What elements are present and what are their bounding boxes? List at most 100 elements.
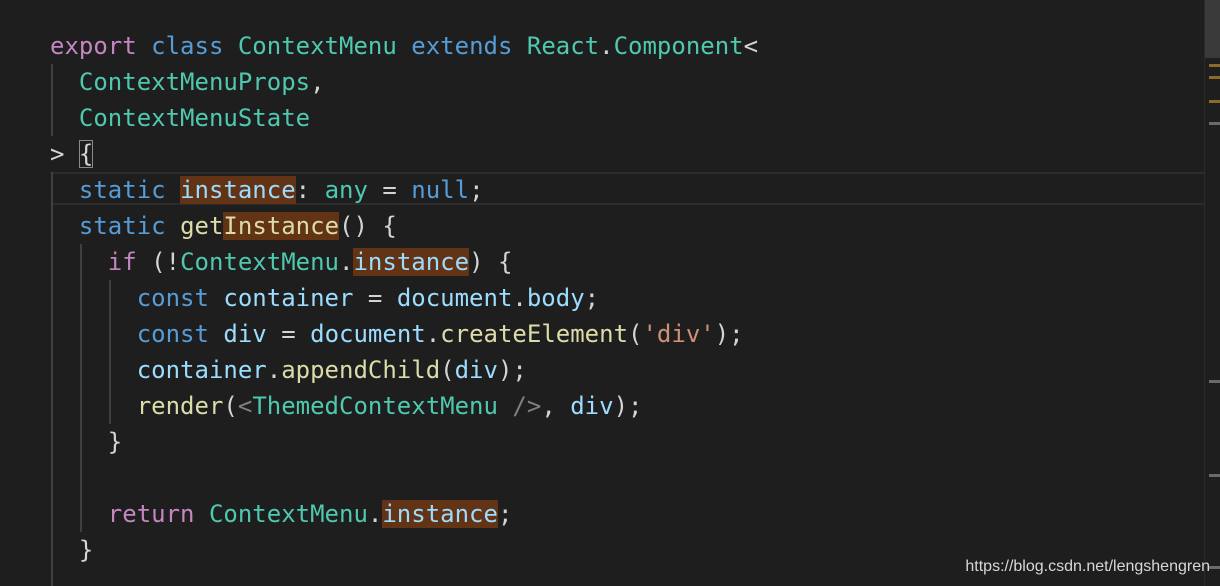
code-token: render xyxy=(136,392,224,420)
code-editor[interactable]: export class ContextMenu extends React.C… xyxy=(0,0,1204,586)
overview-ruler-mark xyxy=(1209,380,1220,383)
code-token: : xyxy=(295,176,325,204)
code-token: 'div' xyxy=(642,320,715,348)
code-token: ); xyxy=(613,392,643,420)
code-token: createElement xyxy=(440,320,629,348)
line-if-check: if (!ContextMenu.instance) { xyxy=(50,244,512,280)
line-append-child: container.appendChild(div); xyxy=(50,352,527,388)
code-token: ; xyxy=(497,500,513,528)
highlighted-token: Instance xyxy=(223,212,340,240)
line-const-div: const div = document.createElement('div'… xyxy=(50,316,744,352)
code-token: any xyxy=(324,176,368,204)
overview-ruler-mark xyxy=(1209,122,1220,125)
code-token: ThemedContextMenu xyxy=(252,392,498,420)
code-token: } xyxy=(107,428,123,456)
code-token: document xyxy=(396,284,513,312)
code-token: ContextMenuState xyxy=(78,104,311,132)
line-return: return ContextMenu.instance; xyxy=(50,496,512,532)
code-token: ) { xyxy=(469,248,513,276)
code-token: ContextMenuProps xyxy=(78,68,311,96)
highlighted-token: instance xyxy=(382,500,498,528)
code-token: div xyxy=(454,356,498,384)
line-props-type: ContextMenuProps, xyxy=(50,64,325,100)
code-token: > xyxy=(50,140,79,168)
code-token: React xyxy=(526,32,600,60)
line-const-container: const container = document.body; xyxy=(50,280,599,316)
code-token: < xyxy=(743,32,759,60)
line-state-type: ContextMenuState xyxy=(50,100,310,136)
code-token: return xyxy=(107,500,195,528)
code-token: , xyxy=(541,392,571,420)
code-token: ( xyxy=(628,320,643,348)
highlighted-token: instance xyxy=(353,248,470,276)
overview-ruler-mark xyxy=(1209,64,1220,67)
code-token: () { xyxy=(339,212,397,240)
matched-bracket: { xyxy=(78,140,94,168)
code-token: Component xyxy=(613,32,744,60)
code-token: ContextMenu xyxy=(237,32,397,60)
code-token: const xyxy=(136,320,209,348)
code-token: static xyxy=(78,212,166,240)
code-token: ContextMenu xyxy=(208,500,368,528)
code-token: ContextMenu xyxy=(180,248,340,276)
code-token: = xyxy=(266,320,311,348)
code-token: (! xyxy=(136,248,181,276)
watermark-url: https://blog.csdn.net/lengshengren xyxy=(965,558,1210,575)
code-token: div xyxy=(223,320,267,348)
code-token: < xyxy=(237,392,253,420)
code-token: export xyxy=(50,32,137,60)
scroll-thumb[interactable] xyxy=(1205,0,1220,58)
code-token: . xyxy=(266,356,282,384)
code-token: . xyxy=(599,32,614,60)
code-token: appendChild xyxy=(281,356,441,384)
code-token: ); xyxy=(497,356,527,384)
line-if-close: } xyxy=(50,424,122,460)
highlighted-token: instance xyxy=(180,176,296,204)
overview-ruler-mark xyxy=(1209,100,1220,103)
code-token: ); xyxy=(714,320,744,348)
line-class-open: > { xyxy=(50,136,94,172)
code-token: ; xyxy=(469,176,484,204)
code-token: , xyxy=(310,68,325,96)
code-token: static xyxy=(78,176,166,204)
line-static-instance: static instance: any = null; xyxy=(50,172,484,208)
code-token: . xyxy=(425,320,441,348)
code-token: const xyxy=(136,284,209,312)
code-token: . xyxy=(512,284,527,312)
code-token: container xyxy=(136,356,267,384)
code-token: if xyxy=(107,248,137,276)
line-class-declaration: export class ContextMenu extends React.C… xyxy=(50,28,758,64)
line-render: render(<ThemedContextMenu />, div); xyxy=(50,388,643,424)
code-token: /> xyxy=(512,392,542,420)
code-token: extends xyxy=(411,32,513,60)
code-token: class xyxy=(151,32,224,60)
code-token: document xyxy=(310,320,426,348)
line-method-close: } xyxy=(50,532,93,568)
vertical-scrollbar[interactable] xyxy=(1204,0,1220,586)
line-get-instance: static getInstance() { xyxy=(50,208,397,244)
code-token: body xyxy=(526,284,585,312)
overview-ruler-mark xyxy=(1209,474,1220,477)
code-token: ( xyxy=(440,356,455,384)
code-token: div xyxy=(570,392,614,420)
